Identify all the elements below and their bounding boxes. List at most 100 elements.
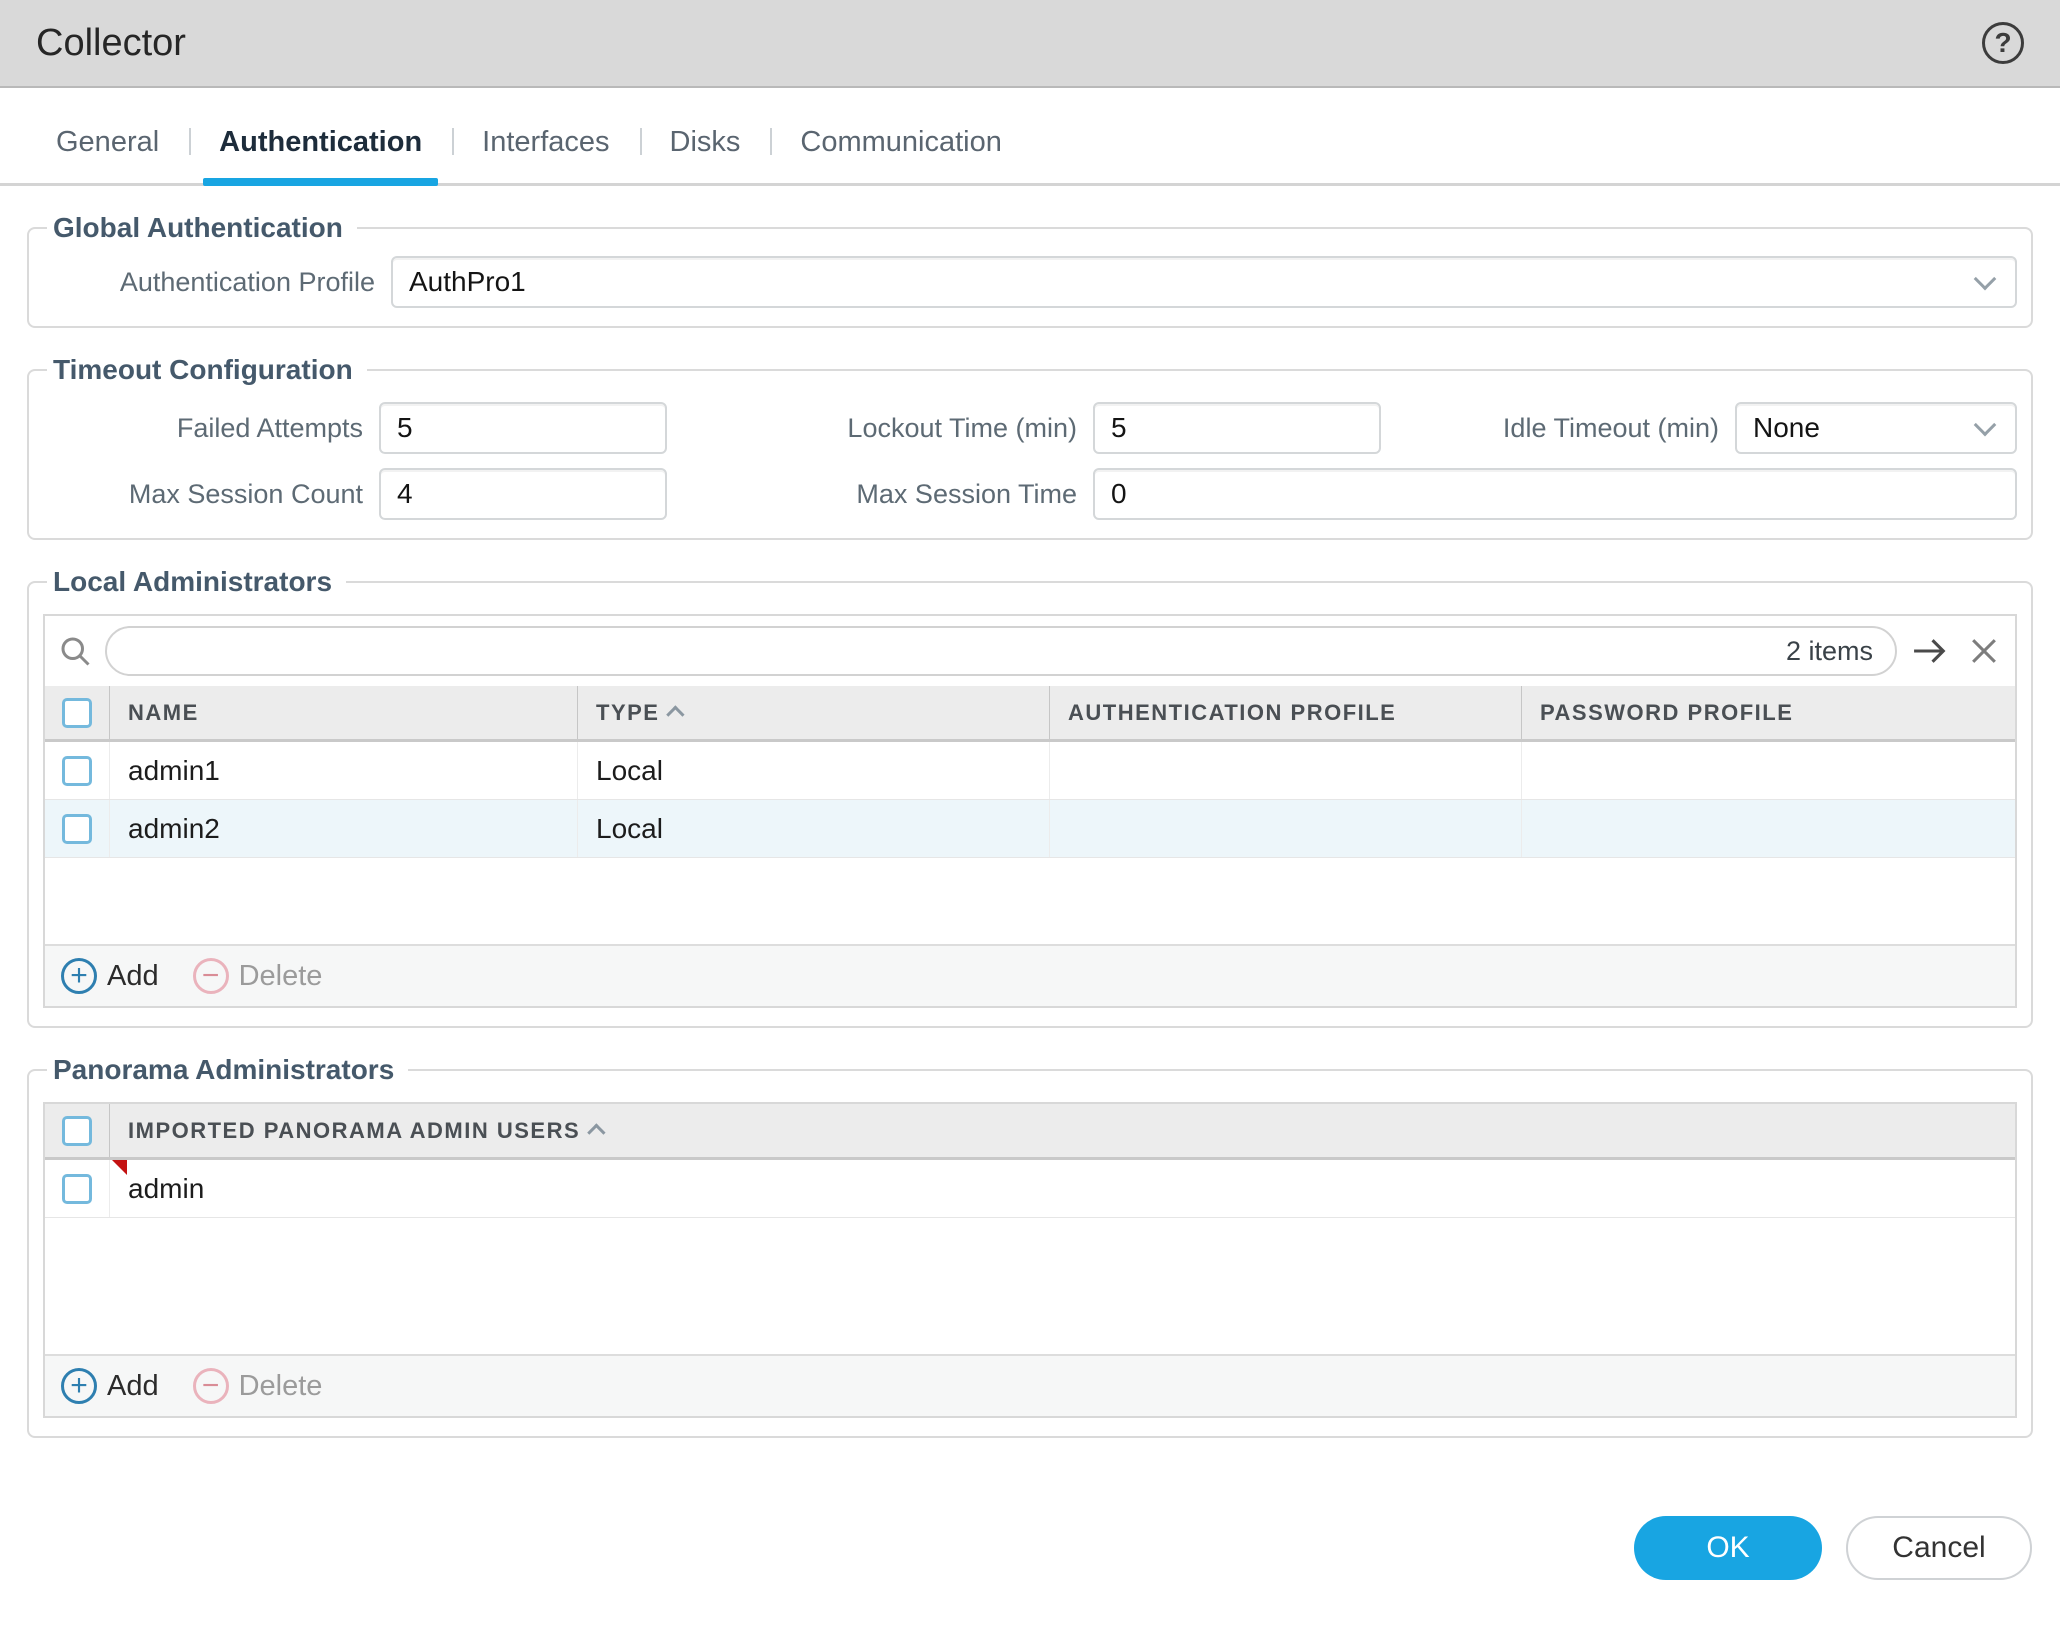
select-all-checkbox[interactable] [62, 1115, 92, 1146]
column-label: NAME [128, 699, 199, 725]
row-checkbox[interactable] [62, 813, 92, 844]
apply-filter-arrow-icon[interactable] [1909, 632, 1953, 670]
panorama-admins-table: IMPORTED PANORAMA ADMIN USERS admin + Ad… [43, 1102, 2017, 1418]
cell-password-profile [1521, 800, 2015, 857]
local-admins-actions: + Add − Delete [45, 944, 2015, 1006]
panorama-admins-header-row: IMPORTED PANORAMA ADMIN USERS [45, 1104, 2015, 1160]
sort-ascending-icon [587, 1123, 606, 1142]
cell-name: admin1 [109, 742, 577, 799]
column-label: TYPE [596, 699, 660, 725]
help-icon[interactable]: ? [1982, 22, 2024, 64]
column-label: PASSWORD PROFILE [1540, 699, 1794, 725]
cell-type: Local [577, 800, 1049, 857]
local-admins-header-row: NAME TYPE AUTHENTICATION PROFILE PASSWOR… [45, 686, 2015, 742]
section-local-administrators: Local Administrators 2 items NAME TYPE A… [27, 566, 2033, 1028]
delete-button[interactable]: − Delete [192, 1368, 323, 1404]
idle-timeout-label: Idle Timeout (min) [1502, 412, 1719, 443]
cell-password-profile [1521, 742, 2015, 799]
add-icon: + [61, 1368, 97, 1404]
dialog-footer: OK Cancel [0, 1438, 2060, 1610]
row-checkbox-cell [45, 800, 109, 857]
clear-filter-icon[interactable] [1965, 632, 2003, 670]
failed-attempts-input[interactable] [379, 402, 667, 454]
row-checkbox-cell [45, 742, 109, 799]
section-legend: Panorama Administrators [53, 1054, 395, 1085]
lockout-time-label: Lockout Time (min) [847, 412, 1077, 443]
tab-general[interactable]: General [26, 120, 189, 183]
tab-label: Authentication [219, 126, 423, 158]
dialog-title: Collector [36, 21, 186, 64]
idle-timeout-select[interactable]: None [1735, 402, 2017, 454]
column-header-imported-panorama-admin-users[interactable]: IMPORTED PANORAMA ADMIN USERS [109, 1104, 2015, 1157]
column-label: AUTHENTICATION PROFILE [1068, 699, 1397, 725]
authentication-profile-label: Authentication Profile [119, 266, 375, 297]
chevron-down-icon [1973, 267, 1997, 291]
delete-label: Delete [238, 1369, 323, 1402]
section-panorama-administrators: Panorama Administrators IMPORTED PANORAM… [27, 1054, 2033, 1438]
delete-icon: − [192, 1368, 229, 1404]
column-header-password-profile[interactable]: PASSWORD PROFILE [1521, 686, 2015, 739]
row-checkbox[interactable] [62, 1173, 92, 1204]
section-legend: Timeout Configuration [53, 354, 353, 385]
cancel-button[interactable]: Cancel [1846, 1516, 2032, 1580]
chevron-down-icon [1973, 413, 1997, 437]
section-timeout-configuration: Timeout Configuration Failed Attempts Lo… [27, 354, 2033, 540]
add-button[interactable]: + Add [61, 958, 159, 994]
lockout-time-input[interactable] [1093, 402, 1381, 454]
tab-authentication[interactable]: Authentication [189, 120, 452, 186]
empty-table-space [45, 858, 2015, 944]
section-legend: Global Authentication [53, 212, 343, 243]
column-header-type[interactable]: TYPE [577, 686, 1049, 739]
delete-label: Delete [238, 959, 323, 992]
select-all-checkbox[interactable] [62, 697, 92, 728]
table-search-row: 2 items [45, 616, 2015, 686]
max-session-count-label: Max Session Count [128, 478, 363, 509]
add-label: Add [107, 959, 159, 992]
cell-type: Local [577, 742, 1049, 799]
tab-communication[interactable]: Communication [770, 120, 1031, 183]
empty-table-space [45, 1218, 2015, 1354]
tab-label: General [56, 126, 160, 158]
max-session-time-label: Max Session Time [856, 478, 1077, 509]
search-pill: 2 items [105, 626, 1897, 676]
cell-authentication-profile [1049, 742, 1521, 799]
cell-authentication-profile [1049, 800, 1521, 857]
items-count-badge: 2 items [1785, 635, 1873, 666]
delete-icon: − [192, 958, 229, 994]
header-cell [45, 686, 109, 739]
panorama-admins-actions: + Add − Delete [45, 1354, 2015, 1416]
authentication-profile-row: Authentication Profile AuthPro1 [43, 256, 2017, 308]
tab-label: Communication [800, 126, 1002, 158]
tab-disks[interactable]: Disks [639, 120, 771, 183]
authentication-profile-select[interactable]: AuthPro1 [391, 256, 2017, 308]
header-cell [45, 1104, 109, 1157]
tab-bar: General Authentication Interfaces Disks … [0, 120, 2060, 186]
authentication-profile-value: AuthPro1 [409, 266, 526, 297]
modified-marker-icon [112, 1160, 127, 1175]
cell-value: admin [128, 1172, 205, 1204]
row-checkbox[interactable] [62, 755, 92, 786]
section-legend: Local Administrators [53, 566, 333, 597]
add-label: Add [107, 1369, 159, 1402]
table-row[interactable]: admin [45, 1160, 2015, 1218]
failed-attempts-label: Failed Attempts [176, 412, 363, 443]
add-button[interactable]: + Add [61, 1368, 159, 1404]
section-global-authentication: Global Authentication Authentication Pro… [27, 212, 2033, 328]
max-session-time-input[interactable] [1093, 468, 2017, 520]
tab-label: Interfaces [482, 126, 610, 158]
search-icon [57, 633, 93, 669]
ok-button[interactable]: OK [1634, 1516, 1822, 1580]
table-row[interactable]: admin2 Local [45, 800, 2015, 858]
search-input[interactable] [129, 634, 1776, 668]
cell-name: admin2 [109, 800, 577, 857]
cell-imported-admin-user: admin [109, 1160, 2015, 1217]
delete-button[interactable]: − Delete [192, 958, 323, 994]
max-session-count-input[interactable] [379, 468, 667, 520]
column-header-name[interactable]: NAME [109, 686, 577, 739]
local-admins-table: 2 items NAME TYPE AUTHENTICATION PROFILE… [43, 614, 2017, 1008]
tab-interfaces[interactable]: Interfaces [452, 120, 639, 183]
column-header-authentication-profile[interactable]: AUTHENTICATION PROFILE [1049, 686, 1521, 739]
column-label: IMPORTED PANORAMA ADMIN USERS [128, 1117, 581, 1143]
dialog-titlebar: Collector ? [0, 0, 2060, 88]
table-row[interactable]: admin1 Local [45, 742, 2015, 800]
